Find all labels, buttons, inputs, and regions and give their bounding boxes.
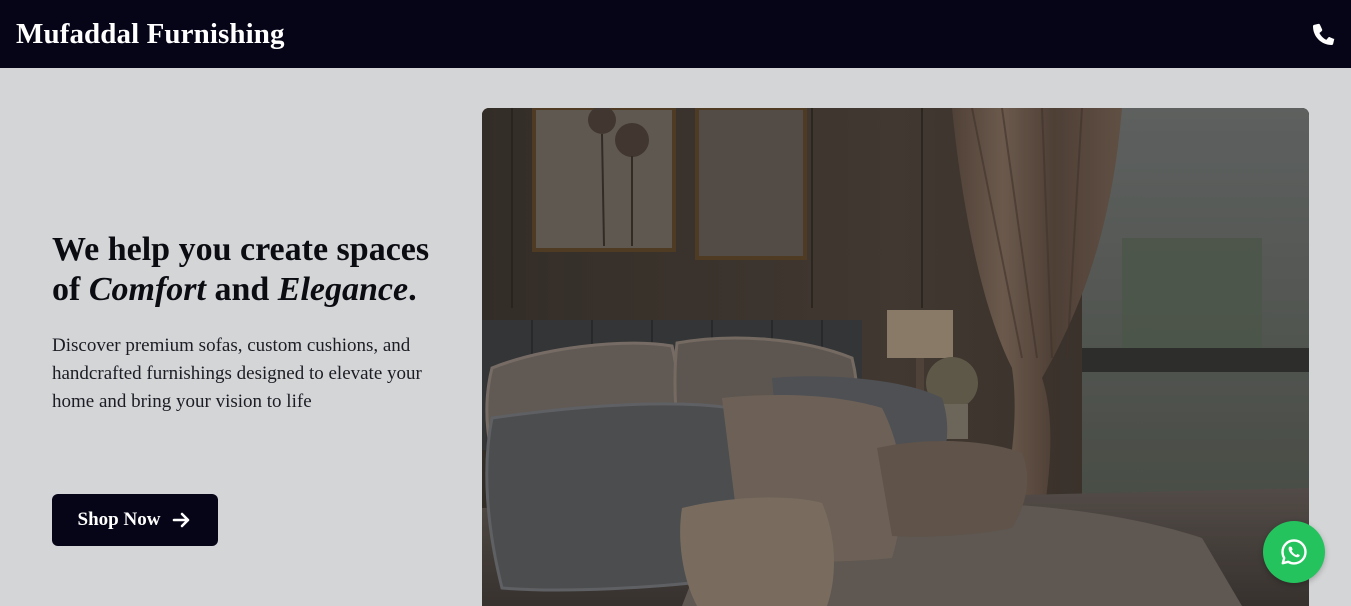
headline-elegance: Elegance <box>277 271 409 308</box>
hero-text: We help you create spaces of Comfort and… <box>52 230 452 416</box>
phone-button[interactable] <box>1311 21 1337 47</box>
arrow-right-icon <box>173 512 190 528</box>
hero-image <box>482 108 1309 606</box>
shop-now-label: Shop Now <box>77 509 161 530</box>
headline-comfort: Comfort <box>88 271 206 308</box>
hero-description: Discover premium sofas, custom cushions,… <box>52 335 422 412</box>
whatsapp-button[interactable] <box>1263 521 1325 583</box>
shop-now-button[interactable]: Shop Now <box>52 494 218 546</box>
headline-period: . <box>408 271 417 308</box>
navbar: Mufaddal Furnishing <box>0 0 1351 68</box>
hero-headline: We help you create spaces of Comfort and… <box>52 230 452 310</box>
whatsapp-icon <box>1281 539 1307 565</box>
phone-icon <box>1313 23 1335 45</box>
headline-text-2: and <box>205 271 278 308</box>
bedroom-image <box>482 108 1309 606</box>
brand-logo[interactable]: Mufaddal Furnishing <box>16 18 285 51</box>
